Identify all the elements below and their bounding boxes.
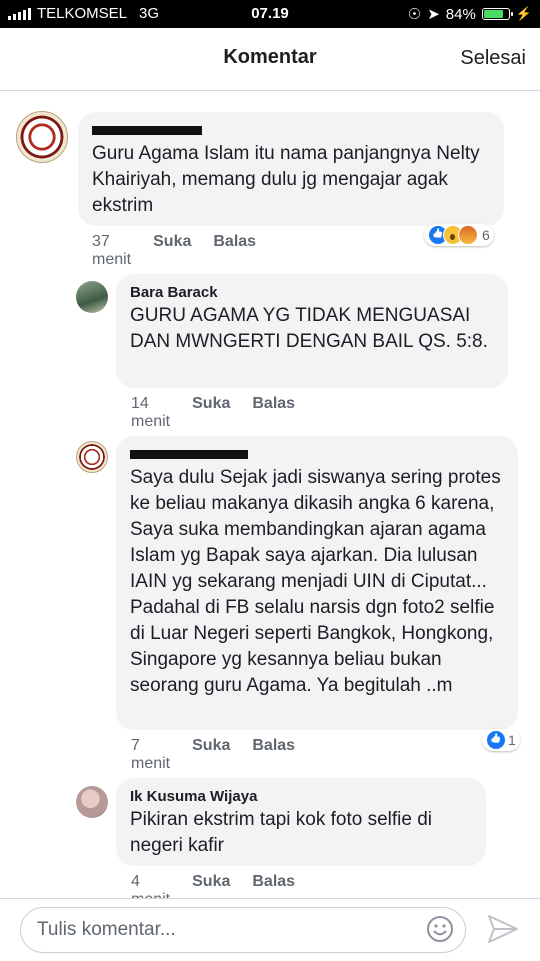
comment-time: 37 menit bbox=[92, 233, 132, 268]
comment-text: Pikiran ekstrim tapi kok foto selfie di … bbox=[130, 809, 433, 856]
comment-time: 7 menit bbox=[131, 737, 171, 772]
avatar[interactable] bbox=[16, 111, 68, 163]
comment-bubble: Bara Barack GURU AGAMA YG TIDAK MENGUASA… bbox=[116, 274, 508, 388]
avatar[interactable] bbox=[76, 281, 108, 313]
reply-button[interactable]: Balas bbox=[252, 737, 295, 773]
battery-percent: 84% bbox=[445, 5, 476, 23]
reaction-count: 6 bbox=[482, 227, 490, 243]
comment-input[interactable] bbox=[20, 907, 466, 953]
comment-composer bbox=[0, 898, 540, 961]
reaction-count: 1 bbox=[508, 732, 516, 748]
comment-author[interactable]: Ik Kusuma Wijaya bbox=[130, 788, 472, 805]
comment-time: 14 menit bbox=[131, 395, 171, 430]
screen-lock-icon: ☉ bbox=[407, 6, 422, 23]
comment-text: Saya dulu Sejak jadi siswanya sering pro… bbox=[130, 467, 501, 696]
like-icon bbox=[486, 730, 506, 750]
status-bar: TELKOMSEL 3G 07.19 ☉ ➤ 84% ⚡ bbox=[0, 0, 540, 28]
comment-bubble: Saya dulu Sejak jadi siswanya sering pro… bbox=[116, 436, 518, 730]
comments-header: Komentar Selesai bbox=[0, 28, 540, 91]
redacted-author-name[interactable] bbox=[92, 126, 202, 135]
avatar[interactable] bbox=[76, 786, 108, 818]
comment-author[interactable]: Bara Barack bbox=[130, 284, 494, 301]
battery-icon bbox=[481, 8, 513, 20]
emoji-icon[interactable] bbox=[426, 915, 454, 943]
comment-bubble: Guru Agama Islam itu nama panjangnya Nel… bbox=[78, 112, 504, 226]
like-button[interactable]: Suka bbox=[153, 233, 191, 269]
reply-button[interactable]: Balas bbox=[252, 395, 295, 431]
comment-text: Guru Agama Islam itu nama panjangnya Nel… bbox=[92, 143, 480, 216]
like-button[interactable]: Suka bbox=[192, 737, 230, 773]
page-title: Komentar bbox=[223, 46, 317, 68]
done-button[interactable]: Selesai bbox=[460, 47, 526, 70]
comment-text: GURU AGAMA YG TIDAK MENGUASAI DAN MWNGER… bbox=[130, 305, 488, 352]
charging-icon: ⚡ bbox=[515, 6, 532, 21]
angry-icon bbox=[458, 225, 478, 245]
avatar[interactable] bbox=[76, 441, 108, 473]
reply-button[interactable]: Balas bbox=[213, 233, 256, 269]
like-button[interactable]: Suka bbox=[192, 395, 230, 431]
reactions-summary[interactable]: 1 bbox=[482, 729, 520, 751]
send-icon[interactable] bbox=[486, 913, 520, 945]
location-icon: ➤ bbox=[427, 6, 440, 23]
reactions-summary[interactable]: 6 bbox=[424, 224, 494, 246]
redacted-author-name[interactable] bbox=[130, 450, 248, 459]
comment-bubble: Ik Kusuma Wijaya Pikiran ekstrim tapi ko… bbox=[116, 778, 486, 866]
